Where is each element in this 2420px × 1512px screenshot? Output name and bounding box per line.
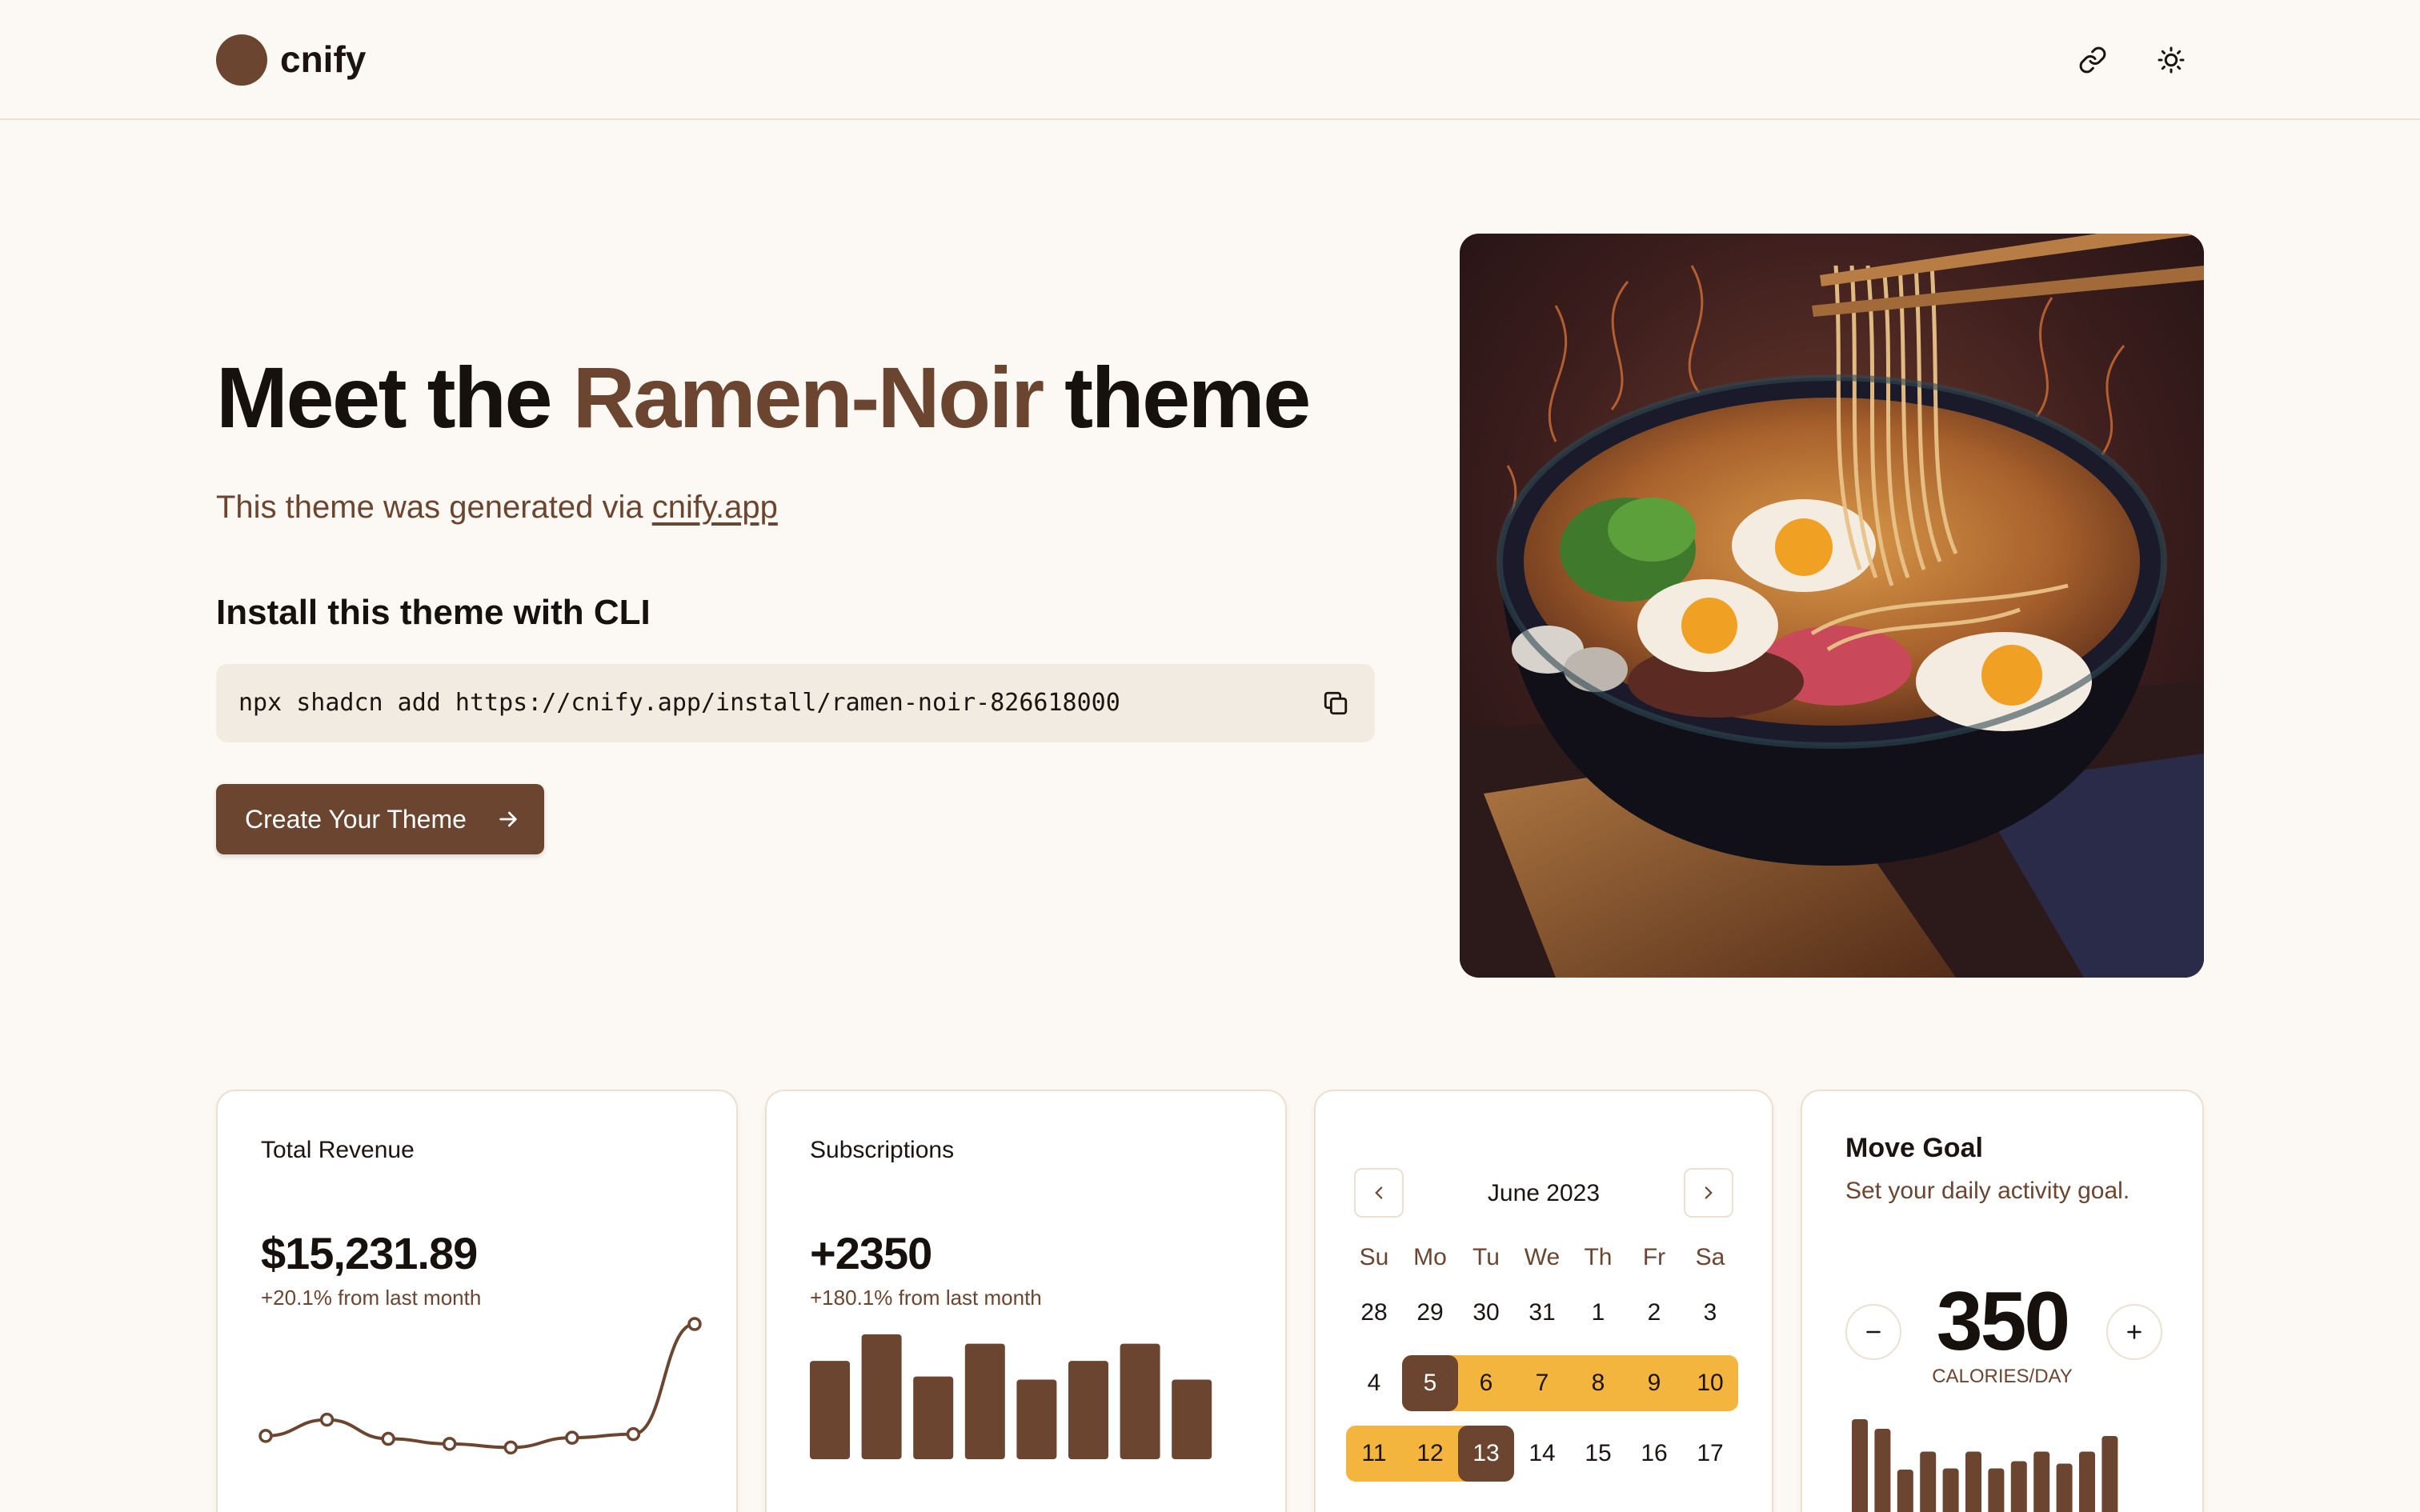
next-month-button[interactable]	[1684, 1168, 1733, 1218]
calendar-weekday: We	[1524, 1244, 1561, 1270]
subscriptions-card: Subscriptions +2350 +180.1% from last mo…	[765, 1090, 1287, 1512]
goal-bar	[1988, 1468, 2005, 1512]
calendar-day[interactable]: 10	[1682, 1355, 1738, 1411]
increase-goal-button[interactable]	[2106, 1304, 2162, 1360]
revenue-point	[687, 1317, 702, 1331]
calendar-day[interactable]: 16	[1626, 1426, 1682, 1482]
calendar-day[interactable]: 31	[1514, 1285, 1570, 1341]
goal-bar	[2056, 1463, 2073, 1512]
goal-bar	[1852, 1419, 1868, 1512]
revenue-point	[381, 1431, 395, 1446]
link-icon	[2079, 46, 2106, 74]
revenue-point	[503, 1440, 519, 1455]
calendar-day[interactable]: 14	[1514, 1426, 1570, 1482]
goal-bar	[2010, 1461, 2027, 1512]
revenue-point	[442, 1437, 457, 1451]
calendar-weekday: Fr	[1642, 1244, 1666, 1270]
calendar-day[interactable]: 4	[1346, 1355, 1402, 1411]
subscriptions-bar	[1068, 1361, 1108, 1459]
calendar-day[interactable]: 29	[1402, 1285, 1458, 1341]
hero-title-accent: Ramen-Noir	[572, 349, 1045, 446]
calendar-day[interactable]: 15	[1570, 1426, 1626, 1482]
calendar-day[interactable]: 28	[1346, 1285, 1402, 1341]
goal-bar	[1965, 1451, 1981, 1512]
revenue-point	[626, 1426, 641, 1442]
calendar-day[interactable]: 2	[1626, 1285, 1682, 1341]
calendar-day[interactable]: 11	[1346, 1426, 1402, 1482]
goal-bar	[1897, 1470, 1913, 1512]
revenue-line-chart	[258, 1317, 702, 1455]
goal-bar	[1920, 1451, 1937, 1512]
minus-icon	[1866, 1330, 1881, 1334]
theme-toggle-button[interactable]	[2148, 37, 2194, 83]
subscriptions-bar	[1120, 1343, 1160, 1459]
create-theme-button[interactable]: Create Your Theme	[216, 784, 544, 854]
calorie-goal-unit: CALORIES/DAY	[1932, 1366, 2073, 1387]
calendar-day[interactable]: 13	[1458, 1426, 1514, 1482]
subscriptions-bar	[964, 1343, 1005, 1459]
move-goal-title: Move Goal	[1845, 1133, 1983, 1163]
calendar-day[interactable]: 7	[1514, 1355, 1570, 1411]
subscriptions-bar	[861, 1334, 902, 1459]
ramen-bowl-art	[1460, 234, 2204, 978]
move-goal-subtitle: Set your daily activity goal.	[1845, 1178, 2130, 1204]
calendar-day[interactable]: 6	[1458, 1355, 1514, 1411]
chevron-right-icon	[1705, 1186, 1713, 1199]
cli-command[interactable]: npx shadcn add https://cnify.app/install…	[238, 685, 1120, 722]
decrease-goal-button[interactable]	[1845, 1304, 1901, 1360]
calendar-day[interactable]: 8	[1570, 1355, 1626, 1411]
calendar-weekday: Th	[1584, 1244, 1613, 1270]
subscriptions-bar	[810, 1361, 850, 1459]
move-goal-card: Move Goal Set your daily activity goal. …	[1801, 1090, 2204, 1512]
calendar-day[interactable]: 9	[1626, 1355, 1682, 1411]
install-heading: Install this theme with CLI	[216, 593, 651, 632]
calendar-weekday: Su	[1359, 1244, 1389, 1270]
subscriptions-delta: +180.1% from last month	[810, 1286, 1042, 1310]
logo-icon[interactable]	[216, 34, 267, 86]
total-revenue-card: Total Revenue $15,231.89 +20.1% from las…	[216, 1090, 738, 1512]
goal-bar	[2079, 1451, 2095, 1512]
calendar-day[interactable]: 17	[1682, 1426, 1738, 1482]
calendar-day[interactable]: 5	[1402, 1355, 1458, 1411]
calendar-day[interactable]: 1	[1570, 1285, 1626, 1341]
link-button[interactable]	[2069, 37, 2116, 83]
calendar-weekday: Tu	[1472, 1244, 1500, 1270]
card-title: Subscriptions	[810, 1137, 955, 1163]
subscriptions-bar	[913, 1376, 954, 1459]
top-nav: cnify	[0, 0, 2420, 120]
calendar-day[interactable]: 3	[1682, 1285, 1738, 1341]
copy-icon	[1324, 691, 1348, 715]
calendar-card[interactable]: June 2023 Su Mo Tu We Th Fr Sa 28 29 30 31 1 2 3 4 5 6 7 8…	[1314, 1090, 1773, 1512]
cnify-link[interactable]: cnify.app	[652, 490, 778, 525]
revenue-value: $15,231.89	[261, 1228, 478, 1278]
plus-icon	[2127, 1325, 2142, 1339]
copy-button[interactable]	[1319, 686, 1352, 720]
hero-subtitle: This theme was generated via cnify.app	[216, 490, 778, 525]
create-theme-label: Create Your Theme	[245, 804, 467, 834]
card-title: Total Revenue	[261, 1137, 415, 1163]
subscriptions-bar	[1172, 1379, 1212, 1459]
cli-command-box: npx shadcn add https://cnify.app/install…	[216, 664, 1375, 742]
goal-bar	[2033, 1451, 2050, 1512]
revenue-point	[258, 1429, 273, 1443]
revenue-point	[319, 1412, 335, 1427]
app-name[interactable]: cnify	[280, 35, 366, 83]
calendar-day[interactable]: 30	[1458, 1285, 1514, 1341]
calendar-weekday: Sa	[1695, 1244, 1725, 1270]
goal-bar	[1942, 1468, 1959, 1512]
subscriptions-bar-chart	[810, 1334, 1212, 1459]
goal-bar-chart	[1852, 1419, 2118, 1512]
revenue-point	[565, 1430, 579, 1445]
hero-title: Meet the Ramen-Noir theme	[216, 349, 1311, 446]
subscriptions-value: +2350	[810, 1228, 932, 1278]
calendar-day[interactable]: 12	[1402, 1426, 1458, 1482]
subscriptions-bar	[1016, 1379, 1057, 1459]
goal-bar	[1874, 1429, 1891, 1512]
ramen-illustration	[1460, 234, 2204, 978]
goal-bar	[2101, 1436, 2118, 1512]
arrow-right-icon	[499, 811, 517, 827]
calendar-weekday: Mo	[1413, 1244, 1447, 1270]
sun-icon	[2158, 46, 2185, 74]
